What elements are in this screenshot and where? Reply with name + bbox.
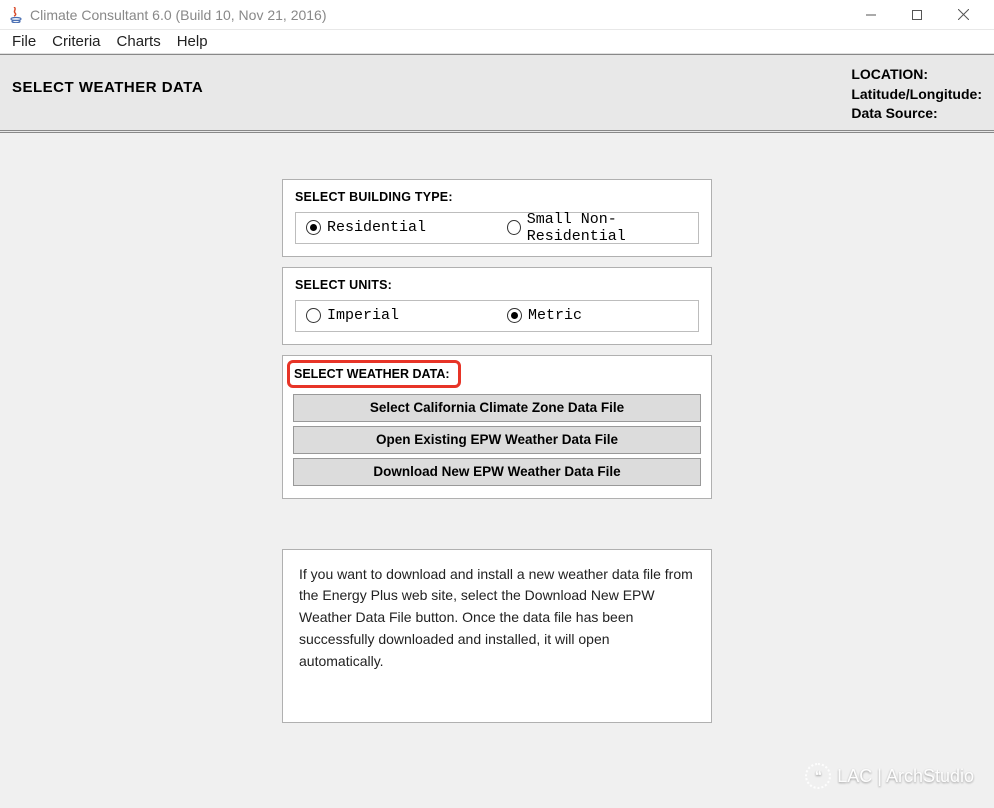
radio-metric[interactable]: Metric bbox=[497, 301, 698, 331]
radio-label: Residential bbox=[327, 219, 426, 236]
menu-charts[interactable]: Charts bbox=[109, 31, 169, 52]
select-california-button[interactable]: Select California Climate Zone Data File bbox=[293, 394, 701, 422]
radio-icon bbox=[306, 308, 321, 323]
weather-data-label: SELECT WEATHER DATA: bbox=[287, 360, 461, 388]
window-title: Climate Consultant 6.0 (Build 10, Nov 21… bbox=[30, 7, 327, 23]
window-titlebar: Climate Consultant 6.0 (Build 10, Nov 21… bbox=[0, 0, 994, 30]
info-panel: If you want to download and install a ne… bbox=[282, 549, 712, 723]
info-text: If you want to download and install a ne… bbox=[299, 566, 693, 669]
content-area: SELECT BUILDING TYPE: Residential Small … bbox=[0, 133, 994, 808]
header-strip: SELECT WEATHER DATA LOCATION: Latitude/L… bbox=[0, 54, 994, 133]
units-radio-group: Imperial Metric bbox=[295, 300, 699, 332]
menu-help[interactable]: Help bbox=[169, 31, 216, 52]
close-button[interactable] bbox=[940, 0, 986, 30]
radio-icon bbox=[507, 308, 522, 323]
watermark: ❝ LAC | ArchStudio bbox=[805, 763, 974, 789]
radio-label: Imperial bbox=[327, 307, 399, 324]
radio-icon bbox=[507, 220, 521, 235]
watermark-text: LAC | ArchStudio bbox=[837, 766, 974, 787]
weather-data-panel: SELECT WEATHER DATA: Select California C… bbox=[282, 355, 712, 499]
java-icon bbox=[8, 7, 24, 23]
menu-criteria[interactable]: Criteria bbox=[44, 31, 108, 52]
open-existing-epw-button[interactable]: Open Existing EPW Weather Data File bbox=[293, 426, 701, 454]
radio-icon bbox=[306, 220, 321, 235]
radio-label: Metric bbox=[528, 307, 582, 324]
wechat-icon: ❝ bbox=[805, 763, 831, 789]
menu-file[interactable]: File bbox=[4, 31, 44, 52]
location-block: LOCATION: Latitude/Longitude: Data Sourc… bbox=[851, 65, 982, 124]
building-type-label: SELECT BUILDING TYPE: bbox=[295, 190, 699, 204]
units-panel: SELECT UNITS: Imperial Metric bbox=[282, 267, 712, 345]
maximize-button[interactable] bbox=[894, 0, 940, 30]
building-type-radio-group: Residential Small Non-Residential bbox=[295, 212, 699, 244]
minimize-button[interactable] bbox=[848, 0, 894, 30]
building-type-panel: SELECT BUILDING TYPE: Residential Small … bbox=[282, 179, 712, 257]
radio-imperial[interactable]: Imperial bbox=[296, 301, 497, 331]
window-controls bbox=[848, 0, 986, 30]
menubar: File Criteria Charts Help bbox=[0, 30, 994, 54]
latlon-label: Latitude/Longitude: bbox=[851, 85, 982, 105]
location-label: LOCATION: bbox=[851, 65, 982, 85]
radio-residential[interactable]: Residential bbox=[296, 213, 497, 243]
page-title: SELECT WEATHER DATA bbox=[12, 79, 203, 96]
radio-label: Small Non-Residential bbox=[527, 211, 698, 245]
units-label: SELECT UNITS: bbox=[295, 278, 699, 292]
download-new-epw-button[interactable]: Download New EPW Weather Data File bbox=[293, 458, 701, 486]
radio-small-non-residential[interactable]: Small Non-Residential bbox=[497, 213, 698, 243]
datasource-label: Data Source: bbox=[851, 104, 982, 124]
